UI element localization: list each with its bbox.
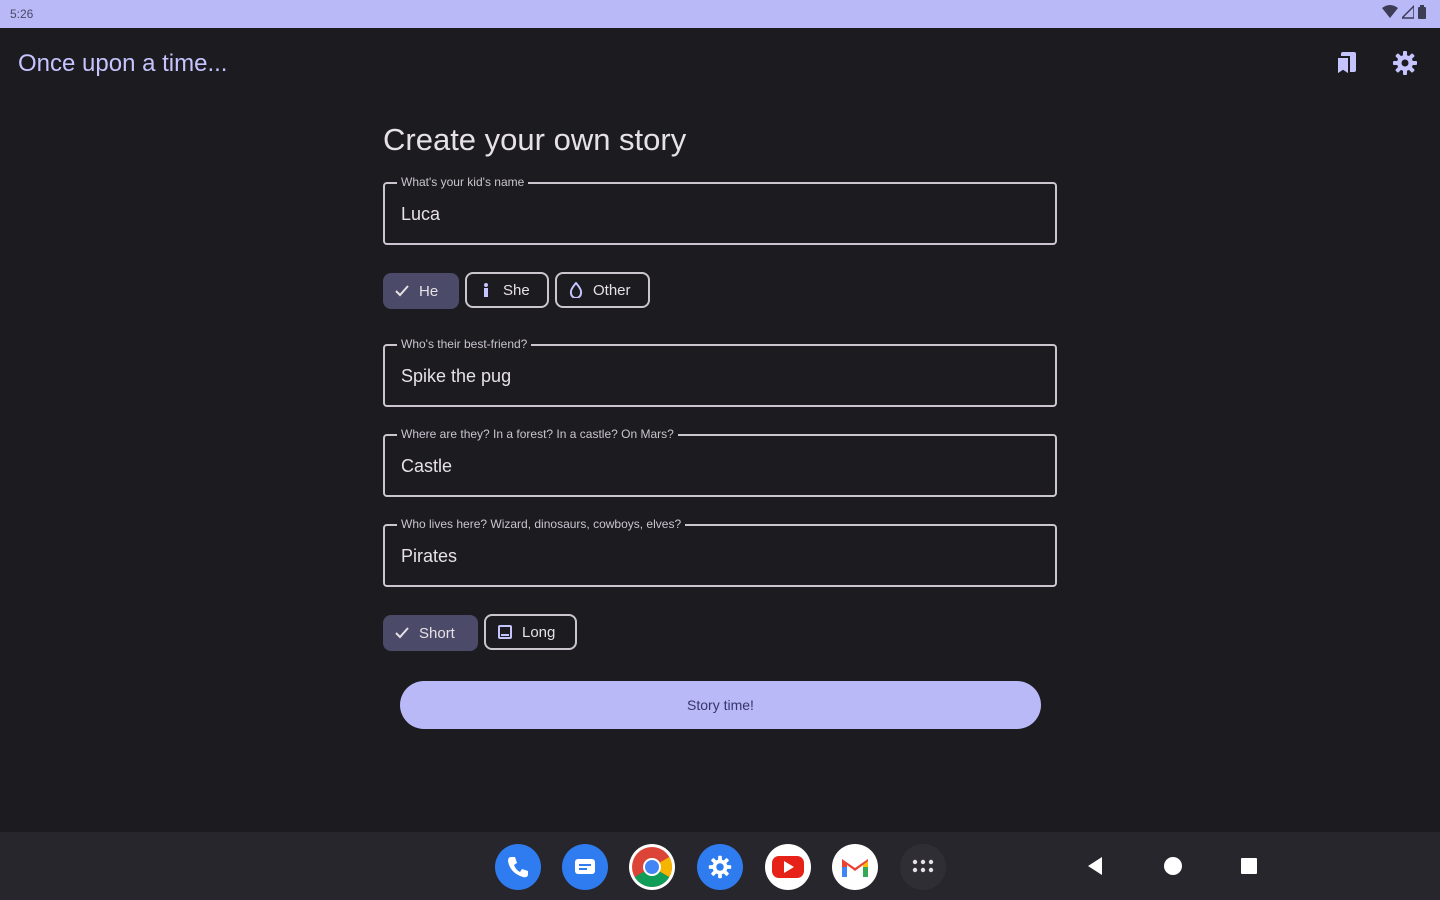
inhabitants-label: Who lives here? Wizard, dinosaurs, cowbo… — [397, 517, 686, 531]
length-chip-short[interactable]: Short — [383, 615, 478, 651]
best-friend-label: Who's their best-friend? — [397, 337, 532, 351]
length-chip-label: Long — [522, 623, 556, 641]
length-chip-label: Short — [419, 624, 455, 642]
kid-name-label: What's your kid's name — [397, 175, 529, 189]
gmail-icon[interactable] — [832, 844, 878, 890]
kid-name-input[interactable] — [401, 204, 1031, 225]
pronoun-chip-she[interactable]: She — [465, 272, 549, 308]
app-title: Once upon a time... — [18, 50, 228, 77]
recents-icon[interactable] — [1237, 854, 1261, 878]
page-title: Create your own story — [383, 122, 687, 157]
place-input[interactable] — [401, 456, 1031, 477]
pronoun-chip-label: Other — [593, 281, 631, 299]
wifi-icon — [1382, 5, 1398, 22]
place-field: Where are they? In a forest? In a castle… — [383, 427, 1057, 497]
app-drawer-icon[interactable] — [900, 844, 946, 890]
pronoun-chip-label: She — [503, 281, 530, 299]
youtube-icon[interactable] — [765, 844, 811, 890]
settings-icon[interactable] — [697, 844, 743, 890]
navigation-bar — [0, 832, 1440, 900]
story-time-button[interactable]: Story time! — [400, 681, 1041, 729]
check-icon — [393, 624, 411, 642]
signal-icon — [1400, 4, 1415, 22]
status-icons — [1382, 4, 1426, 22]
info-icon — [477, 281, 495, 299]
place-label: Where are they? In a forest? In a castle… — [397, 427, 678, 441]
check-icon — [393, 282, 411, 300]
chrome-icon[interactable] — [629, 844, 675, 890]
pronoun-chip-other[interactable]: Other — [555, 272, 650, 308]
best-friend-field: Who's their best-friend? — [383, 337, 1057, 407]
pronoun-chip-he[interactable]: He — [383, 273, 459, 309]
kid-name-field: What's your kid's name — [383, 175, 1057, 245]
battery-icon — [1418, 5, 1426, 22]
length-chip-long[interactable]: Long — [484, 614, 577, 650]
status-bar: 5:26 — [0, 0, 1440, 28]
drop-icon — [567, 281, 585, 299]
settings-gear-icon[interactable] — [1390, 48, 1420, 78]
pronoun-chip-label: He — [419, 282, 439, 300]
bookmarks-icon[interactable] — [1332, 48, 1362, 78]
home-icon[interactable] — [1161, 854, 1185, 878]
best-friend-input[interactable] — [401, 366, 1031, 387]
phone-icon[interactable] — [495, 844, 541, 890]
inhabitants-input[interactable] — [401, 546, 1031, 567]
messages-icon[interactable] — [562, 844, 608, 890]
book-icon — [496, 623, 514, 641]
status-time: 5:26 — [10, 7, 34, 21]
back-icon[interactable] — [1083, 854, 1107, 878]
app-bar: Once upon a time... — [0, 28, 1440, 100]
inhabitants-field: Who lives here? Wizard, dinosaurs, cowbo… — [383, 517, 1057, 587]
